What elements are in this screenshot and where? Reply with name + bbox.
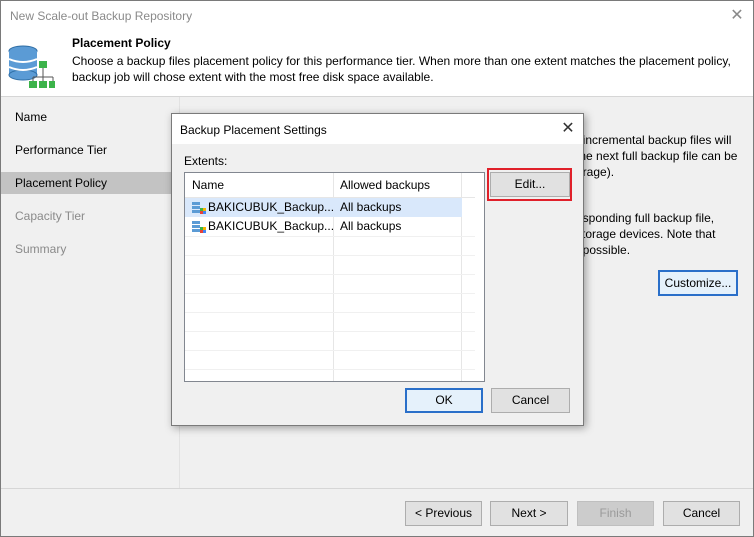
finish-button: Finish	[577, 501, 654, 526]
window-title: New Scale-out Backup Repository	[10, 9, 193, 23]
extent-allowed-backups: All backups	[340, 219, 402, 233]
column-header-name[interactable]: Name	[192, 173, 224, 197]
repository-icon	[192, 202, 206, 214]
row-divider	[185, 293, 475, 294]
text-line: the next full backup file can be	[576, 149, 738, 163]
dialog-title: Backup Placement Settings	[180, 123, 327, 137]
backup-placement-settings-dialog: Backup Placement Settings ✕ Extents: Nam…	[171, 113, 584, 426]
row-divider	[185, 331, 475, 332]
cancel-button[interactable]: Cancel	[663, 501, 740, 526]
row-divider	[185, 236, 475, 237]
row-divider	[185, 312, 475, 313]
close-icon[interactable]: ✕	[727, 6, 747, 26]
column-header-allowed-backups[interactable]: Allowed backups	[340, 173, 430, 197]
row-divider	[185, 369, 475, 370]
sidebar-item-performance-tier[interactable]: Performance Tier	[1, 139, 173, 161]
extents-table[interactable]: Name Allowed backups BAKICUBUK_Backup...…	[184, 172, 485, 382]
extent-name: BAKICUBUK_Backup...	[208, 200, 335, 214]
repository-icon	[192, 221, 206, 233]
extents-label: Extents:	[184, 154, 228, 168]
dialog-title-bar: Backup Placement Settings ✕	[172, 114, 583, 144]
database-tree-icon	[8, 45, 55, 88]
policy-description-partial: , incremental backup files will the next…	[576, 132, 737, 180]
next-button[interactable]: Next >	[490, 501, 568, 526]
close-icon[interactable]: ✕	[558, 119, 578, 139]
dialog-cancel-button[interactable]: Cancel	[491, 388, 570, 413]
policy-description-partial-2: esponding full backup file, storage devi…	[576, 210, 715, 258]
page-title: Placement Policy	[72, 36, 171, 50]
ok-button[interactable]: OK	[405, 388, 483, 413]
table-row[interactable]: BAKICUBUK_Backup... All backups	[185, 217, 475, 236]
text-line: , incremental backup files will	[576, 133, 732, 147]
row-divider	[185, 274, 475, 275]
extent-name: BAKICUBUK_Backup...	[208, 219, 335, 233]
text-line: esponding full backup file,	[576, 211, 715, 225]
row-divider	[185, 350, 475, 351]
page-header: Placement Policy Choose a backup files p…	[1, 31, 753, 97]
title-bar: New Scale-out Backup Repository ✕	[1, 1, 753, 31]
footer-divider	[1, 488, 753, 489]
wizard-steps-sidebar: Name Performance Tier Placement Policy C…	[1, 97, 180, 488]
row-divider	[185, 255, 475, 256]
extent-allowed-backups: All backups	[340, 200, 402, 214]
customize-button[interactable]: Customize...	[658, 270, 738, 296]
page-description: Choose a backup files placement policy f…	[72, 54, 731, 84]
table-row[interactable]: BAKICUBUK_Backup... All backups	[185, 198, 462, 217]
text-line: npossible.	[576, 243, 631, 257]
edit-button[interactable]: Edit...	[490, 172, 570, 197]
previous-button[interactable]: < Previous	[405, 501, 482, 526]
sidebar-item-capacity-tier: Capacity Tier	[15, 209, 86, 223]
sidebar-item-name[interactable]: Name	[1, 106, 173, 128]
text-line: orage).	[576, 165, 615, 179]
text-line: storage devices. Note that	[576, 227, 716, 241]
sidebar-item-placement-policy[interactable]: Placement Policy	[1, 172, 173, 194]
sidebar-item-summary: Summary	[15, 242, 67, 256]
